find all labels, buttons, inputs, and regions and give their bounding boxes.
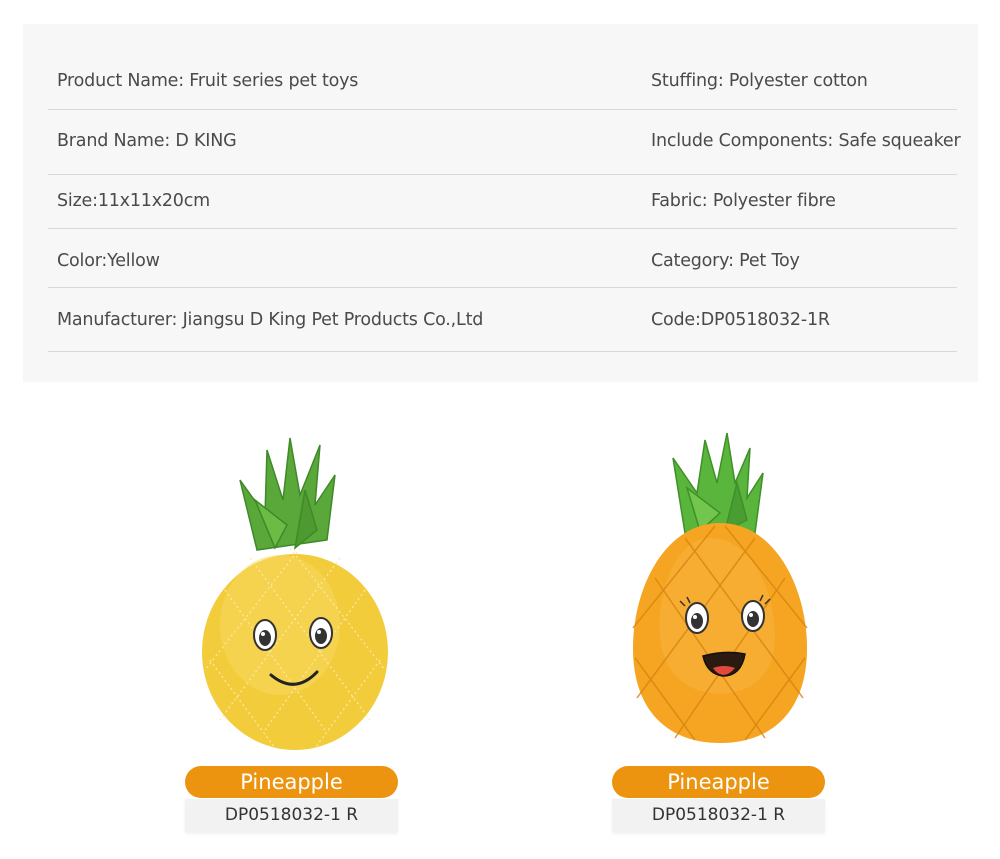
product-name-pill-2: Pineapple — [612, 766, 825, 798]
product-image-orange-pineapple — [625, 428, 815, 748]
spec-stuffing: Stuffing: Polyester cotton — [651, 71, 868, 91]
spec-row-color: Color:Yellow Category: Pet Toy — [48, 229, 957, 288]
spec-color: Color:Yellow — [57, 251, 160, 271]
spec-product-name: Product Name: Fruit series pet toys — [57, 71, 359, 91]
specification-panel: Product Name: Fruit series pet toys Stuf… — [23, 24, 978, 382]
spec-category: Category: Pet Toy — [651, 251, 800, 271]
orange-pineapple-toy-icon — [632, 432, 808, 743]
spec-fabric: Fabric: Polyester fibre — [651, 191, 836, 211]
spec-row-size: Size:11x11x20cm Fabric: Polyester fibre — [48, 175, 957, 229]
yellow-pineapple-toy-icon — [202, 437, 388, 750]
spec-brand-name: Brand Name: D KING — [57, 131, 237, 151]
spec-manufacturer: Manufacturer: Jiangsu D King Pet Product… — [57, 310, 484, 330]
spec-code: Code:DP0518032-1R — [651, 310, 830, 330]
spec-size: Size:11x11x20cm — [57, 191, 211, 211]
product-name-pill-1: Pineapple — [185, 766, 398, 798]
product-code-box-1: DP0518032-1 R — [185, 799, 398, 832]
product-code-box-2: DP0518032-1 R — [612, 799, 825, 832]
spec-include-components: Include Components: Safe squeaker — [651, 131, 961, 151]
product-image-yellow-pineapple — [195, 430, 395, 755]
spec-row-manufacturer: Manufacturer: Jiangsu D King Pet Product… — [48, 288, 957, 352]
spec-row-product-name: Product Name: Fruit series pet toys Stuf… — [48, 24, 957, 110]
spec-row-brand: Brand Name: D KING Include Components: S… — [48, 110, 961, 175]
